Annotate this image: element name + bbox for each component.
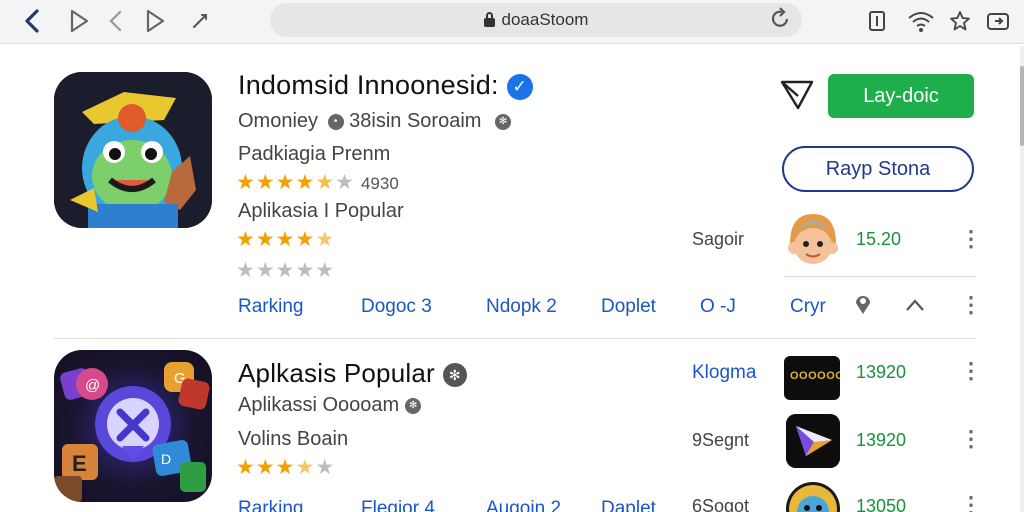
list-price-2: 13920: [856, 430, 907, 450]
settings-dot-icon: ✻: [495, 113, 512, 130]
rating-stars: ★★★★★★ 4930: [236, 171, 399, 194]
address-bar[interactable]: doaaStoom: [270, 3, 802, 37]
list-more-icon-2[interactable]: ⋮: [960, 428, 982, 450]
store-button[interactable]: Rayp Stona: [782, 146, 974, 192]
app2-rating-stars: ★★★★★: [236, 456, 336, 479]
tab-ranking[interactable]: Rarking: [238, 296, 303, 318]
app-icon-2[interactable]: @ G E D: [54, 350, 212, 502]
app2-title-text: Aplkasis Popular: [238, 358, 435, 388]
app2-meta: 9Segnt: [692, 430, 750, 450]
browser-toolbar: doaaStoom: [0, 0, 1024, 44]
game-thumbnail[interactable]: OOOOOO: [784, 356, 840, 400]
wifi-icon: [904, 6, 938, 36]
tab2-flegior[interactable]: Flegior 4: [361, 498, 435, 512]
game-thumbnail-text: OOOOOO: [790, 370, 840, 382]
play-icon[interactable]: [64, 6, 94, 36]
tab2-ranking[interactable]: Rarking: [238, 498, 303, 512]
app2-category: Volins Boain: [238, 428, 349, 450]
list-more-icon-3[interactable]: ⋮: [960, 494, 982, 512]
list-more-icon-1[interactable]: ⋮: [960, 360, 982, 382]
section-divider: [54, 338, 976, 339]
developer-name[interactable]: Omoniey: [238, 110, 318, 132]
gear-badge-icon: ✻: [442, 363, 467, 388]
developer-line: Omoniey • 38isin Soroaim ✻: [238, 110, 512, 133]
arrow-app-thumbnail[interactable]: [786, 414, 840, 468]
location-pin-icon[interactable]: [852, 292, 874, 321]
tab-doplet[interactable]: Doplet: [601, 296, 656, 318]
developer-extra: 38isin Soroaim: [349, 110, 482, 132]
section-label: Aplikasia I Popular: [238, 200, 404, 222]
scrollbar-thumb[interactable]: [1020, 66, 1024, 146]
lock-icon: [483, 11, 495, 27]
section-rating-stars: ★★★★★: [236, 228, 336, 251]
chevron-up-icon[interactable]: [904, 296, 926, 319]
list-price-1: 13920: [856, 362, 907, 382]
tab-dogoc[interactable]: Dogoc 3: [361, 296, 432, 318]
install-button[interactable]: Lay-doic: [828, 74, 974, 118]
edit-icon[interactable]: [186, 6, 214, 36]
app2-meta-3: 6Sogot: [692, 496, 750, 512]
app2-title: Aplkasis Popular ✻: [238, 358, 467, 389]
reload-icon[interactable]: [770, 7, 792, 37]
row-price: 15.20: [856, 229, 902, 249]
tab-oj[interactable]: O -J: [700, 296, 736, 318]
verified-badge-icon: ✓: [506, 73, 533, 100]
row-divider: [784, 276, 976, 277]
reader-icon[interactable]: [864, 6, 890, 36]
back-icon[interactable]: [18, 6, 46, 36]
svg-text:D: D: [161, 451, 171, 467]
list-price-3: 13050: [856, 496, 907, 512]
character-thumbnail[interactable]: [786, 482, 840, 512]
share-icon[interactable]: [984, 6, 1014, 36]
app2-subtitle-text: Aplikassi Ooooam: [238, 394, 400, 416]
row-meta-label: Sagoir: [692, 229, 745, 249]
app-title-text: Indomsid Innoonesid:: [238, 70, 499, 100]
app-icon[interactable]: [54, 72, 212, 228]
tabs-more-icon[interactable]: ⋮: [960, 294, 982, 316]
address-bar-url: doaaStoom: [501, 10, 589, 29]
app2-dot-icon: ✻: [405, 397, 422, 414]
app-title: Indomsid Innoonesid: ✓: [238, 70, 533, 101]
svg-text:@: @: [85, 377, 100, 394]
category-label: Padkiagia Prenm: [238, 143, 391, 165]
bookmark-icon[interactable]: [778, 78, 818, 112]
svg-text:E: E: [72, 451, 87, 476]
tab-cryr[interactable]: Cryr: [790, 296, 826, 318]
rating-count: 4930: [360, 174, 399, 193]
page-scrollbar[interactable]: [1020, 46, 1024, 512]
info-dot-icon: •: [327, 113, 344, 130]
star-outline-icon[interactable]: [946, 6, 974, 36]
forward-icon[interactable]: [140, 6, 170, 36]
tab2-daplet[interactable]: Daplet: [601, 498, 656, 512]
tab-ndopk[interactable]: Ndopk 2: [486, 296, 557, 318]
tab2-augoin[interactable]: Augoin 2: [486, 498, 561, 512]
more-options-icon[interactable]: ⋮: [960, 228, 982, 250]
empty-rating-stars: ★★★★★: [236, 259, 336, 282]
app2-subtitle: Aplikassi Ooooam ✻: [238, 394, 422, 417]
avatar-thumbnail[interactable]: [784, 210, 842, 268]
chevron-left-icon[interactable]: [104, 6, 128, 36]
app2-link[interactable]: Klogma: [692, 362, 756, 384]
